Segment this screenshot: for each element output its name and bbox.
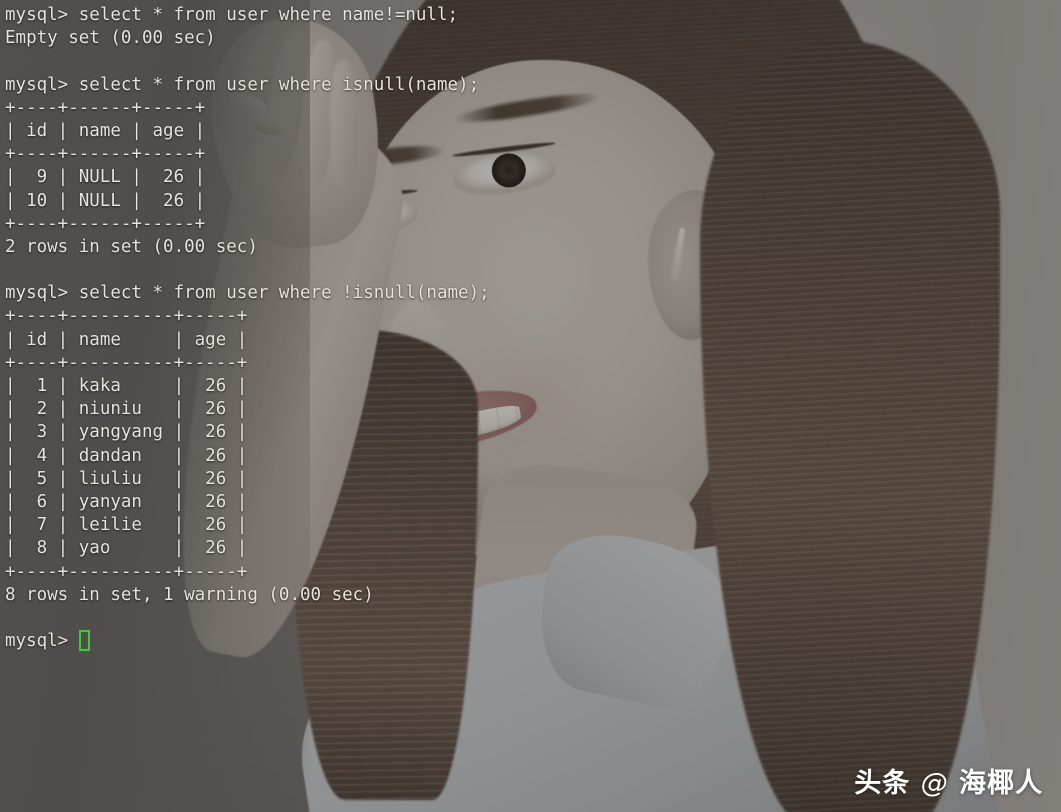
watermark-brand: 头条 xyxy=(854,768,911,799)
watermark-author: 海椰人 xyxy=(959,768,1043,799)
terminal-line: | 1 | kaka | 26 | xyxy=(5,376,248,396)
terminal-line: | 4 | dandan | 26 | xyxy=(5,445,248,466)
terminal-line: mysql> select * from user where name!=nu… xyxy=(5,5,459,25)
terminal-line: +----+------+-----+ xyxy=(5,144,206,165)
terminal-line: 2 rows in set (0.00 sec) xyxy=(5,236,258,257)
terminal-window: mysql> select * from user where name!=nu… xyxy=(0,0,1061,812)
terminal-line: mysql> select * from user where isnull(n… xyxy=(5,74,480,95)
terminal-prompt-line[interactable]: mysql> xyxy=(5,630,1061,653)
terminal-line: | 9 | NULL | 26 | xyxy=(5,167,206,188)
text-cursor[interactable] xyxy=(78,630,90,652)
terminal-line: mysql> select * from user where !isnull(… xyxy=(5,283,490,304)
terminal-line: +----+------+-----+ xyxy=(5,213,206,234)
watermark: 头条 @ 海椰人 xyxy=(854,761,1043,800)
terminal-line: | 3 | yangyang | 26 | xyxy=(5,422,248,443)
terminal-line: +----+------+-----+ xyxy=(5,97,206,118)
terminal-output[interactable]: mysql> select * from user where name!=nu… xyxy=(0,0,1061,812)
terminal-line: +----+----------+-----+ xyxy=(5,561,248,582)
terminal-line: | id | name | age | xyxy=(5,120,206,141)
terminal-line: | 10 | NULL | 26 | xyxy=(5,190,206,211)
terminal-line: | 2 | niuniu | 26 | xyxy=(5,399,248,420)
terminal-line: | id | name | age | xyxy=(5,329,248,350)
watermark-at-icon: @ xyxy=(920,768,949,799)
prompt-label: mysql> xyxy=(5,631,79,652)
terminal-line: | 5 | liuliu | 26 | xyxy=(5,468,248,489)
terminal-line: | 7 | leilie | 26 | xyxy=(5,515,248,536)
terminal-line: | 6 | yanyan | 26 | xyxy=(5,491,248,512)
terminal-line: 8 rows in set, 1 warning (0.00 sec) xyxy=(5,584,374,605)
terminal-line: | 8 | yao | 26 | xyxy=(5,538,248,559)
terminal-line: +----+----------+-----+ xyxy=(5,306,248,327)
terminal-line: Empty set (0.00 sec) xyxy=(5,28,216,49)
terminal-line: +----+----------+-----+ xyxy=(5,352,248,373)
